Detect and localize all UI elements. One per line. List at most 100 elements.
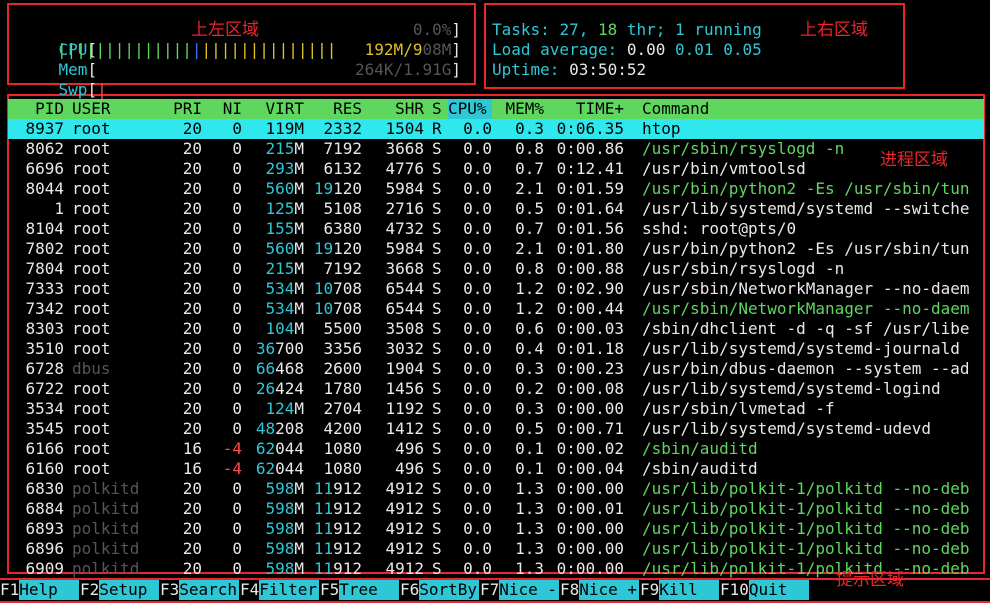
process-row[interactable]: 3510 root 20 0 36700 3356 3032 S 0.0 0.4 0:01.18/u…: [8, 339, 984, 359]
col-ni[interactable]: NI: [208, 99, 242, 119]
process-row[interactable]: 8303 root 20 0 104M 5500 3508 S 0.0 0.6 0:00.03/sb…: [8, 319, 984, 339]
cell-s: S: [432, 279, 442, 298]
fkey-help[interactable]: F1Help: [0, 580, 80, 600]
cell-mem: 0.1: [515, 459, 544, 478]
process-row[interactable]: 1 root 20 0 125M 5108 2716 S 0.0 0.5 0:01.64/usr/l…: [8, 199, 984, 219]
cell-command: /sbin/auditd: [642, 459, 758, 478]
process-row[interactable]: 6893 polkitd 20 0 598M 11912 4912 S 0.0 1.3 0:00.0…: [8, 519, 984, 539]
fkey-search[interactable]: F3Search: [160, 580, 240, 600]
mem-meter: Mem[ ||||||||||||||||||||||||||||| 192M/…: [57, 40, 461, 79]
process-row[interactable]: 6722 root 20 0 26424 1780 1456 S 0.0 0.2 0:00.08/u…: [8, 379, 984, 399]
process-row[interactable]: 3534 root 20 0 124M 2704 1192 S 0.0 0.3 0:00.00/us…: [8, 399, 984, 419]
fkey-setup[interactable]: F2Setup: [80, 580, 160, 600]
cell-command: /usr/bin/dbus-daemon --system --ad: [642, 359, 970, 378]
col-cpu[interactable]: CPU%: [448, 99, 492, 119]
cell-cpu: 0.0: [463, 319, 492, 338]
cell-cpu: 0.0: [463, 499, 492, 518]
fkey-tree[interactable]: F5Tree: [320, 580, 400, 600]
process-row[interactable]: 6696 root 20 0 293M 6132 4776 S 0.0 0.7 0:12.41/us…: [8, 159, 984, 179]
cell-virt: 26424: [255, 379, 304, 398]
cell-user: dbus: [72, 359, 111, 378]
cell-ni: 0: [232, 479, 242, 498]
col-command[interactable]: Command: [642, 99, 709, 119]
fkey-sortby[interactable]: F6SortBy: [400, 580, 480, 600]
uptime-value: 03:50:52: [569, 60, 647, 79]
process-row[interactable]: 6830 polkitd 20 0 598M 11912 4912 S 0.0 1.3 0:00.0…: [8, 479, 984, 499]
cell-shr: 4912: [385, 479, 424, 498]
cell-res: 11912: [313, 479, 362, 498]
cell-pri: 20: [182, 219, 202, 238]
process-row[interactable]: 7802 root 20 0 560M 19120 5984 S 0.0 2.1 0:01.80/u…: [8, 239, 984, 259]
uptime-line: Uptime: 03:50:52: [492, 60, 647, 79]
process-row[interactable]: 8062 root 20 0 215M 7192 3668 S 0.0 0.8 0:00.86/us…: [8, 139, 984, 159]
process-row[interactable]: 7342 root 20 0 534M 10708 6544 S 0.0 1.2 0:00.44/u…: [8, 299, 984, 319]
cell-pri: 20: [182, 319, 202, 338]
col-mem[interactable]: MEM%: [496, 99, 544, 119]
process-row[interactable]: 8044 root 20 0 560M 19120 5984 S 0.0 2.1 0:01.59/u…: [8, 179, 984, 199]
cell-mem: 0.3: [515, 399, 544, 418]
process-row[interactable]: 7804 root 20 0 215M 7192 3668 S 0.0 0.8 0:00.88/us…: [8, 259, 984, 279]
cell-command: /usr/sbin/NetworkManager --no-daem: [642, 299, 970, 318]
process-row[interactable]: 6896 polkitd 20 0 598M 11912 4912 S 0.0 1.3 0:00.0…: [8, 539, 984, 559]
cell-virt: 104M: [265, 319, 304, 338]
fkey-quit[interactable]: F10Quit: [720, 580, 809, 600]
cell-virt: 293M: [265, 159, 304, 178]
process-row[interactable]: 6884 polkitd 20 0 598M 11912 4912 S 0.0 1.3 0:00.0…: [8, 499, 984, 519]
cell-virt: 598M: [265, 519, 304, 538]
cell-time: 0:01.59: [556, 179, 624, 198]
fkey-filter[interactable]: F4Filter: [240, 580, 320, 600]
cell-res: 11912: [313, 539, 362, 558]
cell-res: 7192: [323, 259, 362, 278]
col-res[interactable]: RES: [306, 99, 362, 119]
col-state[interactable]: S: [432, 99, 442, 119]
cell-pid: 8044: [25, 179, 64, 198]
cell-shr: 4912: [385, 519, 424, 538]
cell-ni: 0: [232, 499, 242, 518]
fkey-action: Filter: [259, 580, 320, 600]
cell-time: 0:00.86: [556, 139, 624, 158]
cell-virt: 215M: [265, 259, 304, 278]
cell-s: S: [432, 199, 442, 218]
col-pri[interactable]: PRI: [152, 99, 202, 119]
cell-shr: 4912: [385, 559, 424, 578]
col-user[interactable]: USER: [72, 99, 111, 119]
cell-command: htop: [642, 119, 681, 138]
process-row[interactable]: 6166 root 16 -4 62044 1080 496 S 0.0 0.1 0:00.02/s…: [8, 439, 984, 459]
process-list[interactable]: 8937 root 20 0 119M 2332 1504 R 0.0 0.3 0:06.35 hto…: [8, 119, 984, 579]
cell-time: 0:00.02: [556, 439, 624, 458]
cell-res: 2332: [323, 119, 362, 138]
cell-virt: 534M: [265, 279, 304, 298]
process-row[interactable]: 6160 root 16 -4 62044 1080 496 S 0.0 0.1 0:00.04/s…: [8, 459, 984, 479]
fkey-nice[interactable]: F8Nice +: [560, 580, 640, 600]
process-row[interactable]: 8104 root 20 0 155M 6380 4732 S 0.0 0.7 0:01.56 ssh…: [8, 219, 984, 239]
cell-user: root: [72, 379, 111, 398]
tasks-line: Tasks: 27, 18 thr; 1 running: [492, 20, 762, 39]
fkey-label: F3: [160, 580, 180, 599]
process-row[interactable]: 8937 root 20 0 119M 2332 1504 R 0.0 0.3 0:06.35 hto…: [8, 119, 984, 139]
cell-ni: 0: [232, 199, 242, 218]
cell-s: S: [432, 259, 442, 278]
cell-cpu: 0.0: [463, 479, 492, 498]
cell-ni: 0: [232, 419, 242, 438]
cell-shr: 3668: [385, 139, 424, 158]
fkey-kill[interactable]: F9Kill: [640, 580, 720, 600]
fkey-nice[interactable]: F7Nice -: [480, 580, 560, 600]
cell-cpu: 0.0: [463, 259, 492, 278]
cell-time: 0:01.64: [556, 199, 624, 218]
process-table-header[interactable]: PID USER PRI NI VIRT RES SHR S CPU% MEM%…: [8, 99, 984, 119]
col-pid[interactable]: PID: [8, 99, 64, 119]
col-virt[interactable]: VIRT: [248, 99, 304, 119]
cell-cpu: 0.0: [463, 399, 492, 418]
col-time[interactable]: TIME+: [548, 99, 624, 119]
process-row[interactable]: 7333 root 20 0 534M 10708 6544 S 0.0 1.2 0:02.90/u…: [8, 279, 984, 299]
process-row[interactable]: 6728 dbus 20 0 66468 2600 1904 S 0.0 0.3 0:00.23/u…: [8, 359, 984, 379]
cell-shr: 6544: [385, 279, 424, 298]
cell-shr: 4732: [385, 219, 424, 238]
process-row[interactable]: 3545 root 20 0 48208 4200 1412 S 0.0 0.5 0:00.71/u…: [8, 419, 984, 439]
cell-pri: 20: [182, 179, 202, 198]
cell-res: 2600: [323, 359, 362, 378]
cell-cpu: 0.0: [463, 159, 492, 178]
cell-pri: 20: [182, 519, 202, 538]
col-shr[interactable]: SHR: [368, 99, 424, 119]
cell-mem: 0.8: [515, 139, 544, 158]
